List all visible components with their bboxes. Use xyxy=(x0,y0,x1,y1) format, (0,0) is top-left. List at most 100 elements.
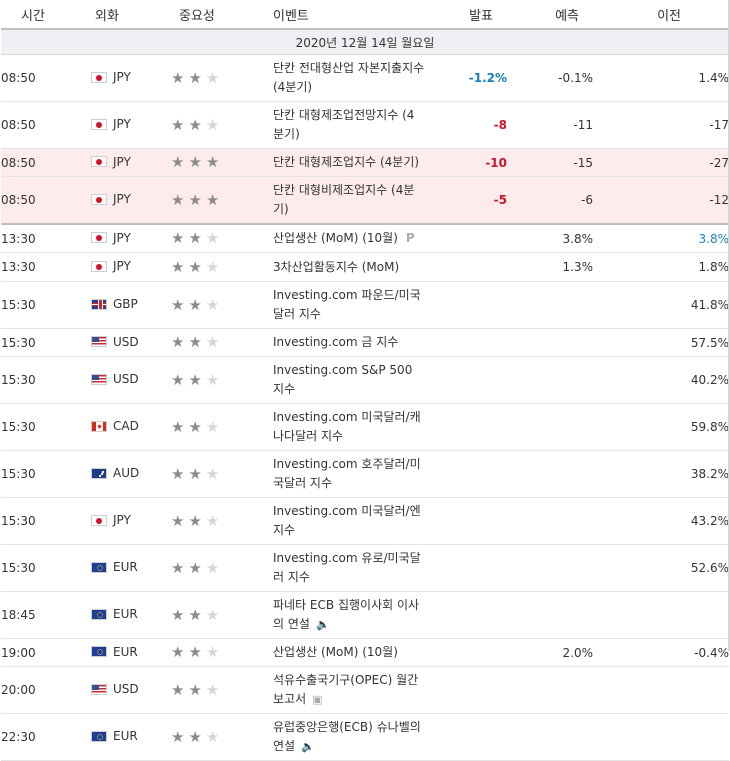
event-actual: -10 xyxy=(431,148,507,177)
star-icon: ★ xyxy=(188,229,202,247)
table-row[interactable]: 15:30 EUR ★ ★ ★ Investing.com 유로/미국달러 지수 5… xyxy=(1,544,729,592)
event-cell: Investing.com S&P 500 지수 xyxy=(273,356,431,404)
event-actual: -5 xyxy=(431,176,507,225)
table-row[interactable]: 13:30 JPY ★ ★ ★ 산업생산 (MoM) (10월) P 3.8% 3.8… xyxy=(1,224,729,253)
importance-stars: ★ ★ ★ xyxy=(171,190,220,209)
event-forecast: 2.0% xyxy=(507,638,593,667)
event-currency-cell: EUR xyxy=(91,638,171,667)
currency-code: CAD xyxy=(113,419,139,434)
event-actual xyxy=(431,497,507,545)
importance-cell: ★ ★ ★ xyxy=(171,497,273,545)
event-time: 08:50 xyxy=(1,54,91,102)
star-icon: ★ xyxy=(188,257,202,276)
star-icon: ★ xyxy=(188,190,202,209)
star-icon: ★ xyxy=(188,115,202,134)
currency-code: JPY xyxy=(113,513,131,528)
table-row[interactable]: 19:00 EUR ★ ★ ★ 산업생산 (MoM) (10월) 2.0% -0.4… xyxy=(1,638,729,667)
star-icon: ★ xyxy=(188,727,202,746)
importance-cell: ★ ★ ★ xyxy=(171,252,273,282)
event-actual xyxy=(431,252,507,282)
table-row[interactable]: 15:30 CAD ★ ★ ★ Investing.com 미국달러/캐나다달러 지… xyxy=(1,403,729,451)
table-row[interactable]: 20:00 USD ★ ★ ★ 석유수출국기구(OPEC) 월간 보고서 ▣ xyxy=(1,666,729,714)
event-actual xyxy=(431,591,507,639)
event-previous: 43.2% xyxy=(593,497,729,545)
header-importance[interactable]: 중요성 xyxy=(171,0,273,30)
event-link[interactable]: Investing.com 미국달러/엔 지수 xyxy=(273,502,425,540)
event-cell: Investing.com 호주달러/미국달러 지수 xyxy=(273,450,431,498)
event-link[interactable]: Investing.com 금 지수 xyxy=(273,333,398,352)
flag-usd-icon xyxy=(91,683,107,695)
event-link[interactable]: 단칸 전대형산업 자본지출지수 (4분기) xyxy=(273,59,425,97)
flag-gbp-icon xyxy=(91,298,107,310)
currency-code: AUD xyxy=(113,466,140,481)
event-link[interactable]: 단칸 대형비제조업지수 (4분기) xyxy=(273,181,425,219)
event-time: 15:30 xyxy=(1,544,91,592)
event-link[interactable]: 단칸 대형제조업지수 (4분기) xyxy=(273,153,419,172)
importance-stars: ★ ★ ★ xyxy=(171,231,219,246)
flag-usd-icon xyxy=(91,336,107,348)
event-previous xyxy=(593,713,729,761)
header-previous[interactable]: 이전 xyxy=(593,0,729,30)
event-currency-cell: JPY xyxy=(91,224,171,253)
star-icon: ★ xyxy=(171,257,185,276)
table-row[interactable]: 15:30 USD ★ ★ ★ Investing.com S&P 500 지수 4… xyxy=(1,356,729,404)
event-forecast: -6 xyxy=(507,176,593,225)
table-row[interactable]: 18:45 EUR ★ ★ ★ 파네타 ECB 집행이사회 이사의 연설 🔈 xyxy=(1,591,729,639)
star-icon: ★ xyxy=(205,229,220,247)
header-currency[interactable]: 외화 xyxy=(91,0,171,30)
header-forecast[interactable]: 예측 xyxy=(507,0,593,30)
table-row[interactable]: 08:50 JPY ★ ★ ★ 단칸 대형제조업지수 (4분기) -10 -15 -… xyxy=(1,148,729,177)
event-previous: 38.2% xyxy=(593,450,729,498)
event-link[interactable]: 파네타 ECB 집행이사회 이사의 연설 🔈 xyxy=(273,596,425,634)
event-forecast xyxy=(507,713,593,761)
event-time: 13:30 xyxy=(1,252,91,282)
star-icon: ★ xyxy=(205,190,220,209)
header-actual[interactable]: 발표 xyxy=(431,0,507,30)
event-forecast: 1.3% xyxy=(507,252,593,282)
importance-stars: ★ ★ ★ xyxy=(171,257,220,276)
star-icon: ★ xyxy=(205,257,220,276)
event-link[interactable]: Investing.com 파운드/미국달러 지수 xyxy=(273,286,425,324)
currency-code: JPY xyxy=(113,259,131,274)
header-row: 시간 외화 중요성 이벤트 발표 예측 이전 xyxy=(1,0,729,30)
table-row[interactable]: 15:30 USD ★ ★ ★ Investing.com 금 지수 57.5% xyxy=(1,328,729,357)
importance-stars: ★ ★ ★ xyxy=(171,560,219,576)
currency-code: USD xyxy=(113,682,139,697)
event-link[interactable]: Investing.com S&P 500 지수 xyxy=(273,361,425,399)
event-currency-cell: EUR xyxy=(91,713,171,761)
star-icon: ★ xyxy=(188,370,202,389)
event-link[interactable]: 산업생산 (MoM) (10월) P xyxy=(273,229,415,248)
event-actual: -1.2% xyxy=(431,54,507,102)
event-link[interactable]: 석유수출국기구(OPEC) 월간 보고서 ▣ xyxy=(273,671,425,709)
table-row[interactable]: 15:30 GBP ★ ★ ★ Investing.com 파운드/미국달러 지수 … xyxy=(1,281,729,329)
table-row[interactable]: 15:30 JPY ★ ★ ★ Investing.com 미국달러/엔 지수 43… xyxy=(1,497,729,545)
table-row[interactable]: 15:30 AUD ★ ★ ★ Investing.com 호주달러/미국달러 지수… xyxy=(1,450,729,498)
star-icon: ★ xyxy=(188,464,202,483)
table-row[interactable]: 08:50 JPY ★ ★ ★ 단칸 대형제조업전망지수 (4분기) -8 -11 … xyxy=(1,101,729,149)
event-previous: -0.4% xyxy=(593,638,729,667)
event-link[interactable]: Investing.com 미국달러/캐나다달러 지수 xyxy=(273,408,425,446)
table-row[interactable]: 08:50 JPY ★ ★ ★ 단칸 전대형산업 자본지출지수 (4분기) -1.2… xyxy=(1,54,729,102)
day-row: 2020년 12월 14일 월요일 xyxy=(1,29,729,55)
event-link[interactable]: Investing.com 호주달러/미국달러 지수 xyxy=(273,455,425,493)
table-row[interactable]: 22:30 EUR ★ ★ ★ 유럽중앙은행(ECB) 슈나벨의 연설 🔈 xyxy=(1,713,729,761)
flag-eur-icon xyxy=(91,730,107,742)
flag-eur-icon xyxy=(91,561,107,573)
event-link[interactable]: 단칸 대형제조업전망지수 (4분기) xyxy=(273,106,425,144)
event-previous: -12 xyxy=(593,176,729,225)
importance-cell: ★ ★ ★ xyxy=(171,666,273,714)
event-link[interactable]: 산업생산 (MoM) (10월) xyxy=(273,643,398,662)
event-link[interactable]: 3차산업활동지수 (MoM) xyxy=(273,258,399,277)
event-link[interactable]: Investing.com 유로/미국달러 지수 xyxy=(273,549,425,587)
header-time[interactable]: 시간 xyxy=(1,0,91,30)
star-icon: ★ xyxy=(205,464,220,483)
currency-code: EUR xyxy=(113,644,138,659)
event-actual xyxy=(431,356,507,404)
importance-stars: ★ ★ ★ xyxy=(171,419,219,435)
event-link[interactable]: 유럽중앙은행(ECB) 슈나벨의 연설 🔈 xyxy=(273,718,425,756)
event-time: 15:30 xyxy=(1,328,91,357)
event-currency-cell: JPY xyxy=(91,176,171,225)
table-row[interactable]: 13:30 JPY ★ ★ ★ 3차산업활동지수 (MoM) 1.3% 1.8% xyxy=(1,252,729,282)
header-event[interactable]: 이벤트 xyxy=(273,0,431,30)
table-row[interactable]: 08:50 JPY ★ ★ ★ 단칸 대형비제조업지수 (4분기) -5 -6 -1… xyxy=(1,176,729,225)
